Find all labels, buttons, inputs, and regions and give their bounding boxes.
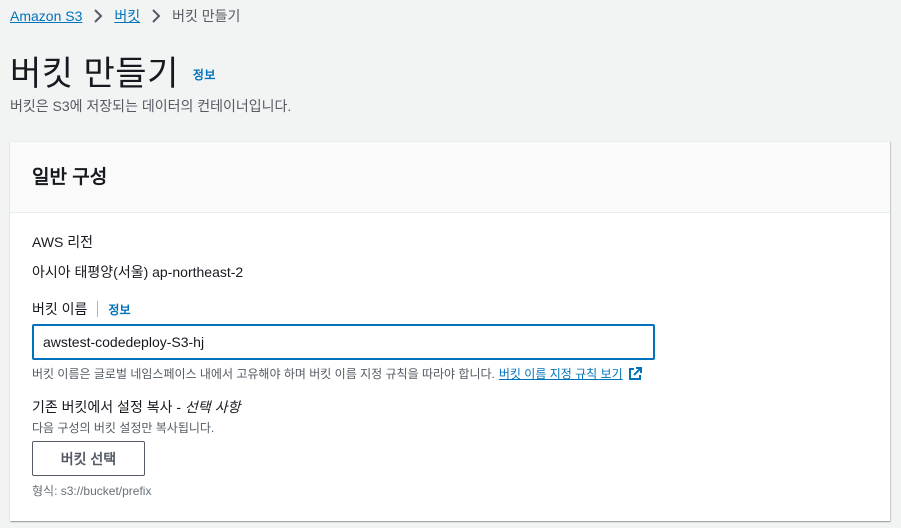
- bucket-name-info-link[interactable]: 정보: [108, 301, 130, 318]
- region-value: 아시아 태평양(서울) ap-northeast-2: [32, 264, 244, 280]
- breadcrumb-link-buckets[interactable]: 버킷: [114, 6, 140, 26]
- page-title: 버킷 만들기 정보: [10, 46, 216, 95]
- breadcrumb-link-amazon-s3[interactable]: Amazon S3: [10, 8, 82, 24]
- bucket-name-label-row: 버킷 이름 정보: [32, 299, 131, 319]
- page-description: 버킷은 S3에 저장되는 데이터의 컨테이너입니다.: [10, 98, 292, 114]
- bucket-name-hint-text: 버킷 이름은 글로벌 네임스페이스 내에서 고유해야 하며 버킷 이름 지정 규…: [32, 367, 495, 381]
- bucket-name-input[interactable]: [32, 324, 655, 360]
- panel-header: 일반 구성: [10, 142, 890, 213]
- panel-title: 일반 구성: [32, 167, 108, 188]
- general-configuration-panel: 일반 구성 AWS 리전 아시아 태평양(서울) ap-northeast-2 …: [10, 141, 890, 521]
- external-link-icon[interactable]: [627, 366, 643, 382]
- breadcrumb-current: 버킷 만들기: [172, 8, 241, 24]
- naming-rules-link[interactable]: 버킷 이름 지정 규칙 보기: [499, 365, 623, 382]
- chevron-right-icon: [88, 6, 108, 26]
- choose-bucket-button[interactable]: 버킷 선택: [32, 441, 145, 476]
- format-hint: 형식: s3://bucket/prefix: [32, 484, 152, 498]
- chevron-right-icon: [146, 6, 166, 26]
- region-label: AWS 리전: [32, 234, 94, 250]
- copy-settings-optional: 선택 사항: [184, 399, 241, 415]
- page-info-link[interactable]: 정보: [193, 66, 216, 83]
- bucket-name-hint: 버킷 이름은 글로벌 네임스페이스 내에서 고유해야 하며 버킷 이름 지정 규…: [32, 365, 643, 382]
- divider: [97, 301, 99, 317]
- page-title-text: 버킷 만들기: [10, 55, 179, 93]
- copy-settings-description: 다음 구성의 버킷 설정만 복사됩니다.: [32, 421, 215, 435]
- bucket-name-label: 버킷 이름: [32, 301, 88, 317]
- copy-settings-label: 기존 버킷에서 설정 복사 - 선택 사항: [32, 397, 240, 417]
- copy-settings-label-text: 기존 버킷에서 설정 복사 -: [32, 399, 182, 415]
- breadcrumb: Amazon S3 버킷 버킷 만들기: [10, 6, 240, 26]
